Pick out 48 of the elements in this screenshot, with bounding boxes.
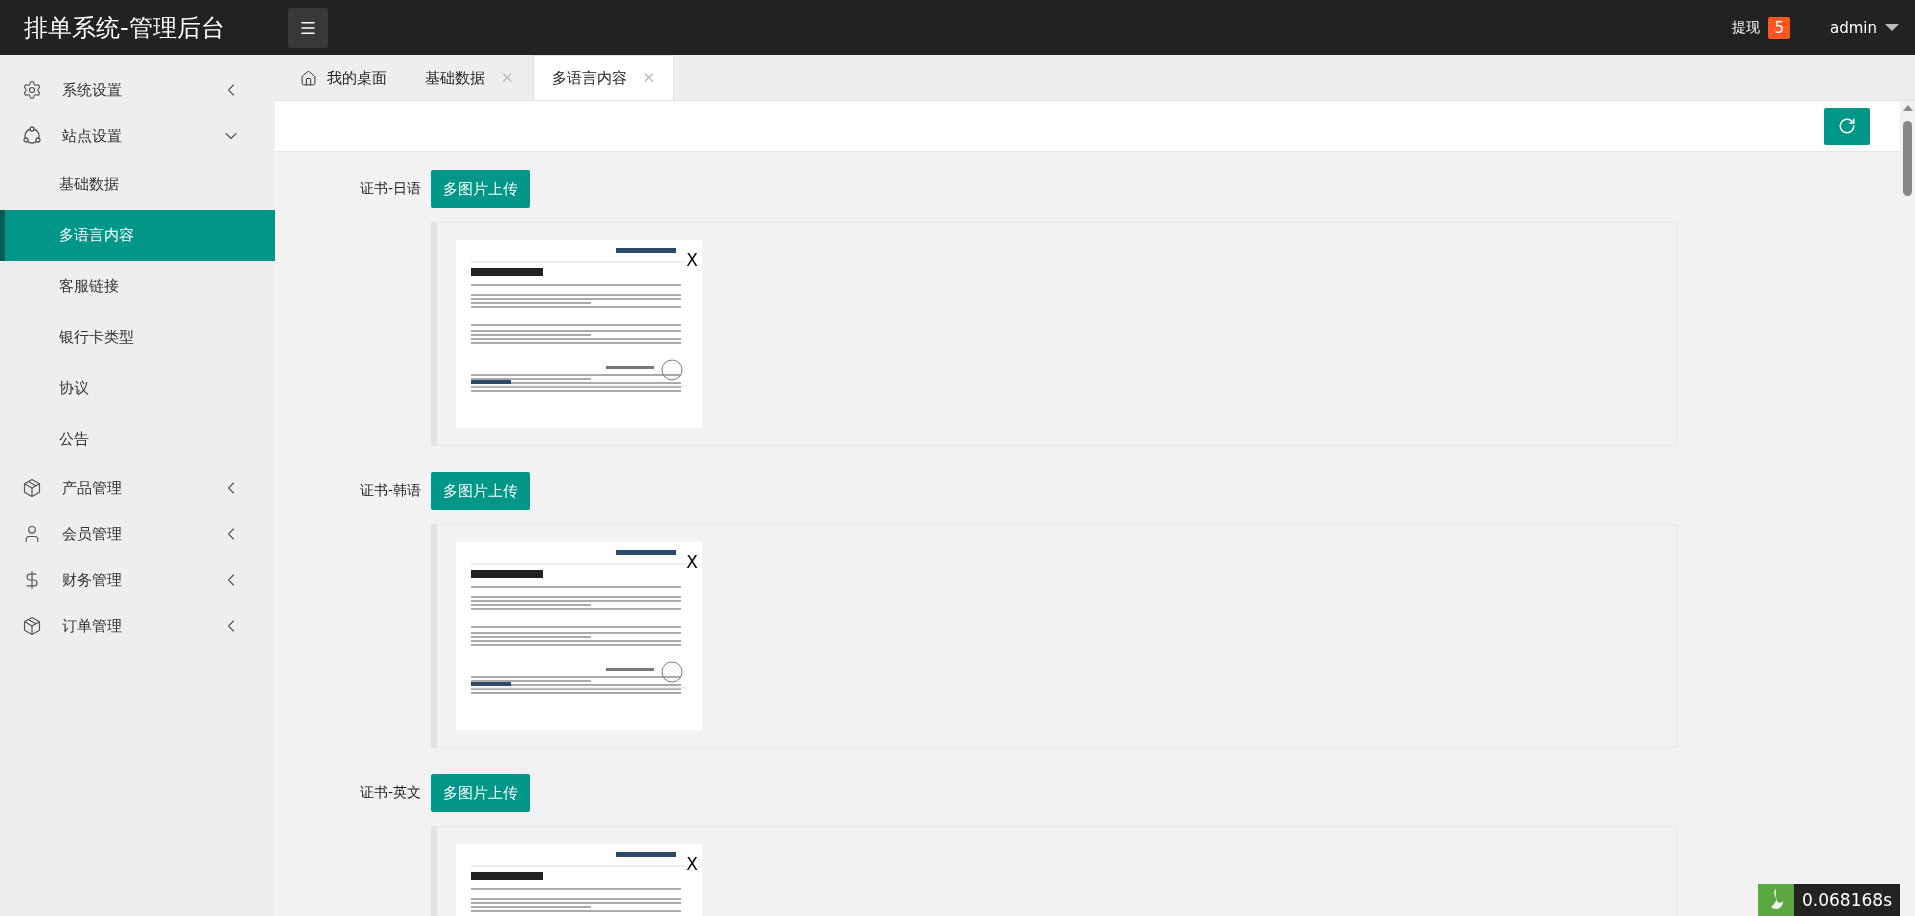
refresh-button[interactable] xyxy=(1824,107,1870,145)
sidebar-item[interactable]: 客服链接 xyxy=(0,261,275,312)
app-title: 排单系统-管理后台 xyxy=(24,12,226,44)
sidebar-group[interactable]: 会员管理 xyxy=(0,511,275,557)
group-label: 系统设置 xyxy=(62,80,123,100)
sidebar-item[interactable]: 多语言内容 xyxy=(0,210,275,261)
sidebar-group[interactable]: 站点设置 xyxy=(0,113,275,159)
tab[interactable]: 我的桌面 xyxy=(281,55,406,100)
remove-image-button[interactable]: X xyxy=(686,250,698,270)
tab-label: 我的桌面 xyxy=(327,68,387,88)
sidebar-item[interactable]: 公告 xyxy=(0,414,275,465)
group-label: 会员管理 xyxy=(62,524,123,544)
load-time-label: 0.068168s xyxy=(1794,884,1900,916)
group-label: 财务管理 xyxy=(62,570,123,590)
tab[interactable]: 基础数据 ✕ xyxy=(406,55,533,100)
remove-image-button[interactable]: X xyxy=(686,552,698,572)
flame-logo-icon xyxy=(1758,884,1794,916)
field-label: 证书-日语 xyxy=(358,180,421,198)
sidebar-group[interactable]: 财务管理 xyxy=(0,557,275,603)
remove-image-button[interactable]: X xyxy=(686,854,698,874)
group-label: 站点设置 xyxy=(62,126,123,146)
nodes-icon xyxy=(22,126,42,146)
menu-button[interactable] xyxy=(288,7,328,48)
withdraw-link[interactable]: 提现 xyxy=(1732,18,1761,37)
sidebar-group[interactable]: 系统设置 xyxy=(0,67,275,113)
sidebar-item[interactable]: 基础数据 xyxy=(0,159,275,210)
refresh-icon xyxy=(1838,117,1856,135)
sidebar-group[interactable]: 订单管理 xyxy=(0,603,275,649)
tab[interactable]: 多语言内容 ✕ xyxy=(532,55,675,100)
field-label: 证书-韩语 xyxy=(358,482,421,500)
caret-icon xyxy=(1885,24,1899,31)
sidebar-item[interactable]: 银行卡类型 xyxy=(0,312,275,363)
group-label: 订单管理 xyxy=(62,616,123,636)
upload-button[interactable]: 多图片上传 xyxy=(431,170,530,208)
upload-button[interactable]: 多图片上传 xyxy=(431,472,530,510)
gear-icon xyxy=(22,80,42,100)
upload-button[interactable]: 多图片上传 xyxy=(431,774,530,812)
field-label: 证书-英文 xyxy=(358,784,421,802)
package-icon xyxy=(22,478,42,498)
group-label: 产品管理 xyxy=(62,478,123,498)
tab-label: 多语言内容 xyxy=(551,68,627,88)
sidebar-group[interactable]: 产品管理 xyxy=(0,465,275,511)
count-badge: 5 xyxy=(1768,16,1790,39)
home-icon xyxy=(300,69,317,87)
sidebar-item[interactable]: 协议 xyxy=(0,363,275,414)
tab-label: 基础数据 xyxy=(425,68,485,88)
user-menu[interactable]: admin xyxy=(1830,18,1899,37)
package-icon xyxy=(22,616,42,636)
